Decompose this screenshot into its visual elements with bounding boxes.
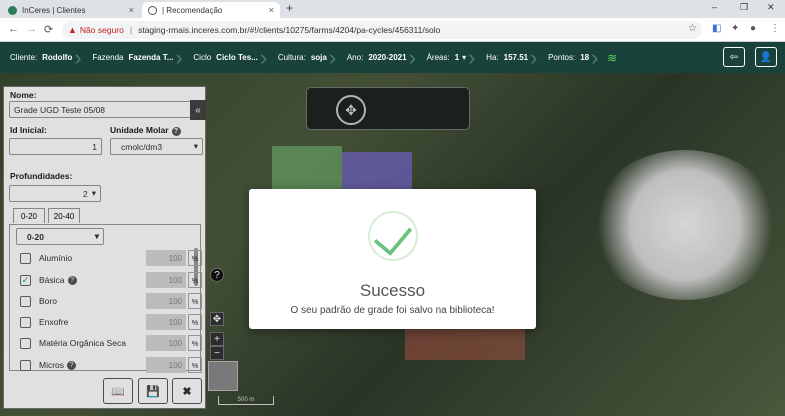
ano-label: Ano: [346, 53, 364, 62]
ha-label: Ha: [486, 53, 499, 62]
pontos-item: Pontos: 18 › [538, 42, 599, 73]
ano-value: 2020-2021 [368, 53, 407, 62]
ciclo-item[interactable]: Ciclo Ciclo Tes... › [183, 42, 267, 73]
chevron-down-icon: ▾ [462, 53, 467, 62]
dialog-message: O seu padrão de grade foi salvo na bibli… [290, 305, 495, 316]
user-button[interactable]: 👤 [755, 47, 777, 67]
cliente-value: Rodolfo [42, 53, 73, 62]
globe-icon [148, 5, 157, 15]
extensions-puzzle-icon[interactable]: ✦ [731, 23, 739, 34]
areas-value: 1 [454, 53, 460, 62]
ha-item: Ha: 157.51 › [476, 42, 538, 73]
close-tab-icon[interactable]: × [129, 5, 134, 15]
url-text: staging-rmais.inceres.com.br/#!/clients/… [138, 25, 441, 35]
maximize-button[interactable]: ❐ [740, 2, 748, 13]
back-button[interactable]: ← [8, 23, 19, 35]
bookmark-star-icon[interactable]: ☆ [688, 23, 697, 34]
tab-title: InCeres | Clientes [22, 5, 86, 15]
minimize-button[interactable]: – [712, 2, 717, 12]
inceres-favicon-icon [8, 5, 17, 15]
areas-item[interactable]: Áreas: 1 ▾ › [417, 42, 477, 73]
exit-arrow-icon: ⇦ [729, 51, 739, 63]
fazenda-label: Fazenda [92, 53, 124, 62]
fazenda-item[interactable]: Fazenda Fazenda T... › [82, 42, 183, 73]
cultura-label: Cultura: [277, 53, 306, 62]
close-tab-icon[interactable]: × [269, 5, 274, 15]
forward-button[interactable]: → [26, 23, 37, 35]
cliente-item[interactable]: Cliente: Rodolfo › [0, 42, 82, 73]
cliente-label: Cliente: [10, 53, 38, 62]
pontos-value: 18 [580, 53, 590, 62]
translate-extension-icon[interactable]: ◧ [712, 23, 721, 34]
separator: | [129, 25, 133, 35]
not-secure-label: Não seguro [79, 25, 124, 35]
ciclo-label: Ciclo [193, 53, 212, 62]
ciclo-value: Ciclo Tes... [216, 53, 258, 62]
browser-toolbar: ← → ⟳ ▲ Não seguro | staging-rmais.incer… [0, 18, 785, 42]
logout-button[interactable]: ⇦ [723, 47, 745, 67]
new-tab-button[interactable]: + [286, 1, 293, 15]
browser-tab-bar: InCeres | Clientes × | Recomendação × + … [0, 0, 785, 18]
browser-tab-recomendacao[interactable]: | Recomendação × [142, 2, 280, 18]
address-bar[interactable]: ▲ Não seguro | staging-rmais.inceres.com… [62, 21, 702, 39]
app-header: Cliente: Rodolfo › Fazenda Fazenda T... › … [0, 42, 785, 73]
browser-menu-icon[interactable]: ⋮ [770, 23, 780, 34]
areas-label: Áreas: [426, 53, 450, 62]
browser-tab-clientes[interactable]: InCeres | Clientes × [2, 2, 140, 18]
pontos-label: Pontos: [548, 53, 576, 62]
chevron-right-icon: › [591, 45, 599, 70]
cultura-value: soja [310, 53, 327, 62]
dialog-title: Sucesso [359, 281, 426, 300]
success-dialog: Sucesso O seu padrão de grade foi salvo … [249, 189, 536, 329]
ha-value: 157.51 [503, 53, 529, 62]
fazenda-value: Fazenda T... [128, 53, 174, 62]
user-icon: 👤 [759, 51, 773, 63]
ano-item[interactable]: Ano: 2020-2021 › [337, 42, 417, 73]
tab-title: | Recomendação [162, 5, 223, 15]
warning-icon: ▲ [68, 25, 77, 35]
wifi-icon: ≋ [607, 50, 618, 65]
reload-button[interactable]: ⟳ [44, 23, 53, 36]
close-window-button[interactable]: ✕ [767, 2, 775, 13]
cultura-item[interactable]: Cultura: soja › [268, 42, 337, 73]
profile-avatar-icon[interactable]: ● [750, 23, 756, 34]
